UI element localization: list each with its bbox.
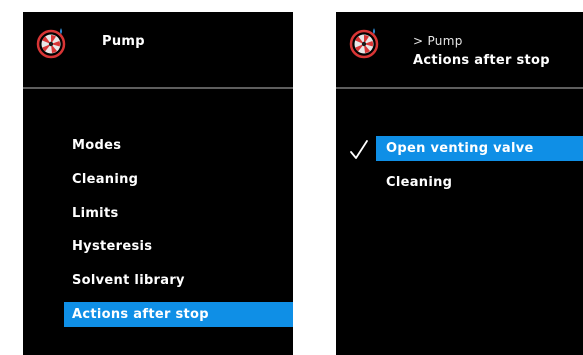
- header-divider: [336, 87, 583, 89]
- pump-icon: [36, 28, 66, 59]
- checkmark-icon: [350, 140, 368, 159]
- actions-after-stop-screen: > Pump Actions after stop Open venting v…: [336, 12, 583, 355]
- header-divider: [23, 87, 293, 89]
- screen-header: > Pump Actions after stop: [336, 12, 583, 86]
- option-open-venting-valve[interactable]: Open venting valve: [376, 136, 583, 161]
- menu-item-cleaning[interactable]: Cleaning: [64, 167, 293, 192]
- pump-menu-screen: Pump Modes Cleaning Limits Hysteresis So…: [23, 12, 293, 355]
- menu-item-limits[interactable]: Limits: [64, 201, 293, 226]
- screen-header: Pump: [23, 12, 293, 86]
- option-cleaning[interactable]: Cleaning: [376, 170, 583, 195]
- screen-title: Actions after stop: [413, 53, 550, 68]
- menu-item-hysteresis[interactable]: Hysteresis: [64, 234, 293, 259]
- menu-item-modes[interactable]: Modes: [64, 133, 293, 158]
- menu-item-actions-after-stop[interactable]: Actions after stop: [64, 302, 293, 327]
- menu-item-solvent-library[interactable]: Solvent library: [64, 268, 293, 293]
- breadcrumb: > Pump: [413, 34, 463, 48]
- screen-title: Pump: [102, 34, 145, 49]
- pump-icon: [349, 28, 379, 59]
